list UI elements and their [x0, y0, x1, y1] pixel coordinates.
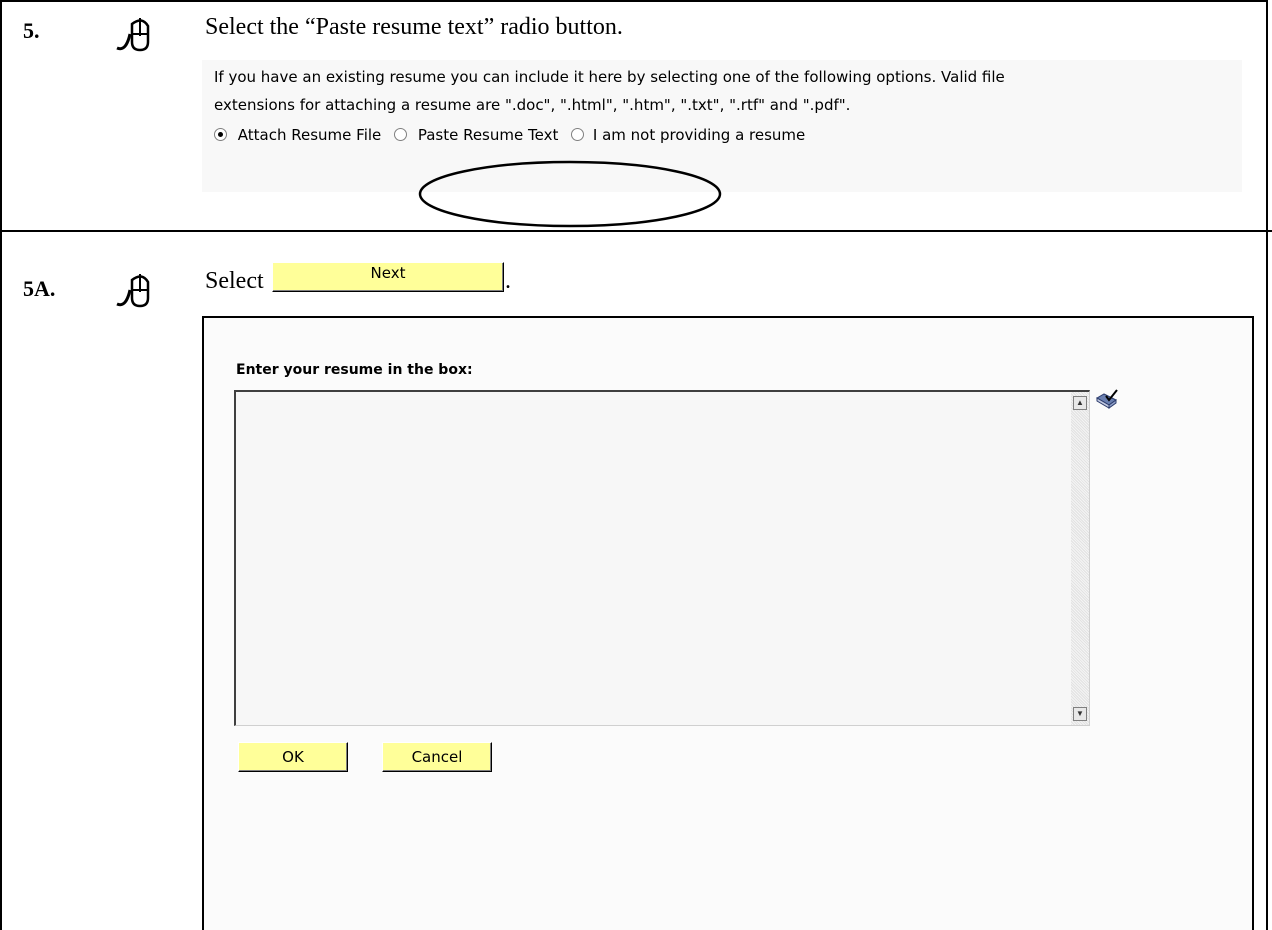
scroll-up-icon[interactable]: ▲	[1073, 396, 1087, 410]
step-number: 5.	[23, 18, 40, 43]
info-text-line1: If you have an existing resume you can i…	[214, 68, 1005, 86]
spell-check-icon[interactable]	[1094, 388, 1120, 410]
radio-no-resume[interactable]	[571, 128, 585, 141]
radio-label-attach: Attach Resume File	[237, 126, 382, 144]
screenshot-paste-resume: Enter your resume in the box: ▲ ▼ OK Can…	[202, 316, 1254, 930]
info-text-line2: extensions for attaching a resume are ".…	[214, 96, 851, 114]
scroll-down-icon[interactable]: ▼	[1073, 707, 1087, 721]
textarea-scrollbar[interactable]: ▲ ▼	[1071, 392, 1089, 725]
next-button[interactable]: Next	[272, 262, 504, 292]
radio-label-none: I am not providing a resume	[592, 126, 806, 144]
resume-option-group: Attach Resume File Paste Resume Text I a…	[214, 126, 805, 144]
resume-box-heading: Enter your resume in the box:	[236, 362, 473, 378]
highlight-ellipse	[418, 160, 722, 228]
step5-instruction: Select the “Paste resume text” radio but…	[205, 14, 623, 40]
resume-textarea[interactable]: ▲ ▼	[234, 390, 1090, 726]
ok-button[interactable]: OK	[238, 742, 348, 772]
radio-paste-resume-text[interactable]	[394, 128, 408, 141]
step5a-instruction-prefix: Select	[205, 268, 264, 294]
radio-attach-resume-file[interactable]	[214, 128, 227, 141]
step-number: 5A.	[23, 276, 56, 301]
mouse-click-icon	[116, 274, 150, 308]
radio-label-paste: Paste Resume Text	[417, 126, 559, 144]
step5a-instruction-suffix: .	[505, 268, 511, 294]
mouse-click-icon	[116, 18, 150, 52]
cancel-button[interactable]: Cancel	[382, 742, 492, 772]
